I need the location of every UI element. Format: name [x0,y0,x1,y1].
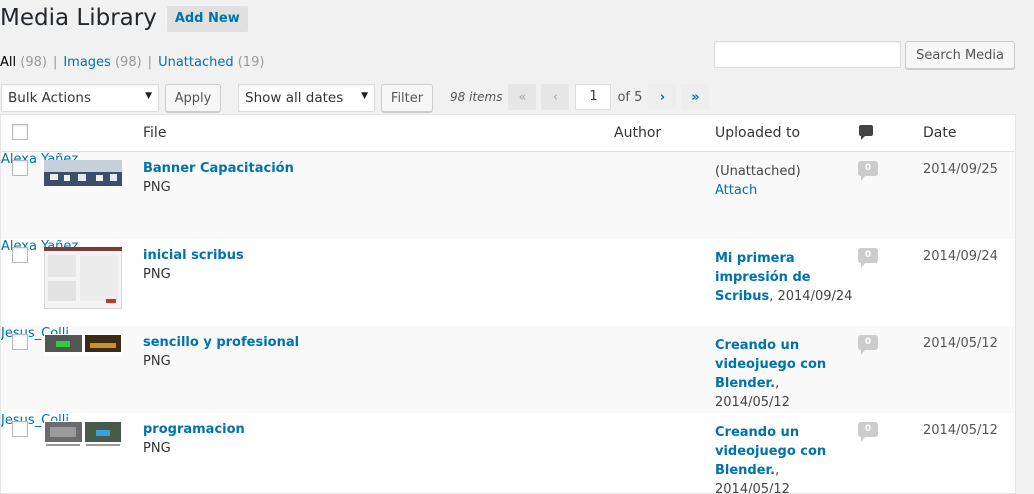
view-unattached-label: Unattached [158,55,234,70]
page-header: Media Library Add New [0,4,248,33]
date-filter-select[interactable]: Show all dates ▼ [238,84,375,112]
row-checkbox[interactable] [12,334,28,350]
uploaded-to: Mi primera impresión de Scribus, 2014/09/2… [715,249,855,306]
file-info: programacion PNG [143,422,245,456]
uploaded-to: (Unattached) Attach [715,162,855,200]
thumbnail-image [44,247,122,309]
parent-post-title-line: Scribus [715,289,770,304]
upload-date: 2014/09/25 [923,162,998,177]
parent-post-title-line: Blender. [715,463,776,478]
upload-date: 2014/05/12 [923,336,998,351]
media-thumbnail[interactable] [44,160,122,186]
media-thumbnail[interactable] [44,334,122,356]
thumbnail-image [44,334,122,356]
attach-link[interactable]: Attach [715,183,757,198]
upload-date: 2014/09/24 [923,249,998,264]
view-all-label: All [0,55,17,70]
table-row: sencillo y profesional PNG Jesus_Colli C… [1,326,1015,413]
file-extension: PNG [143,267,171,282]
page-title: Media Library [0,5,157,31]
view-unattached-link[interactable]: Unattached (19) [158,55,264,70]
media-table: File Author Uploaded to Date Banner Capa… [0,114,1016,494]
next-page-button[interactable]: › [648,84,677,110]
search-box: Search Media [714,41,1015,69]
parent-post-link[interactable]: Creando un videojuego con Blender. [715,338,826,391]
comment-count-badge[interactable]: 0 [858,422,878,442]
select-all-checkbox[interactable] [12,124,28,140]
comment-bubble-icon[interactable] [859,125,873,140]
parent-post-title-line: Blender. [715,376,776,391]
file-title-link[interactable]: programacion [143,422,245,437]
file-title-link[interactable]: sencillo y profesional [143,335,299,350]
column-author: Author [614,125,662,141]
current-page-input[interactable]: 1 [575,84,612,110]
file-info: Banner Capacitación PNG [143,161,294,195]
parent-post-title-line: videojuego con [715,357,827,372]
search-input[interactable] [714,41,902,68]
view-images-count: (98) [114,55,142,70]
thumbnail-image [44,160,122,186]
file-info: sencillo y profesional PNG [143,335,299,369]
view-separator: | [52,55,58,70]
pagination: 98 items « ‹ 1 of 5 › » [450,84,714,110]
column-file[interactable]: File [143,125,166,141]
view-images-link[interactable]: Images (98) [63,55,141,70]
comment-count-badge[interactable]: 0 [858,248,878,268]
comment-count-badge[interactable]: 0 [858,161,878,181]
comment-count-badge[interactable]: 0 [858,335,878,355]
prev-page-button: ‹ [541,84,570,110]
unattached-label: (Unattached) [715,164,801,179]
parent-post-date: , 2014/09/24 [769,289,853,304]
row-checkbox[interactable] [12,421,28,437]
column-uploaded-to[interactable]: Uploaded to [715,125,800,141]
parent-post-title-line: impresión de [715,270,811,285]
parent-post-link[interactable]: Creando un videojuego con Blender. [715,425,826,478]
media-thumbnail[interactable] [44,247,122,309]
view-all-count: (98) [20,55,47,70]
add-new-button[interactable]: Add New [166,5,248,32]
first-page-button: « [508,84,537,110]
uploaded-to: Creando un videojuego con Blender., 2014/0… [715,336,855,412]
row-checkbox[interactable] [12,247,28,263]
thumbnail-image [44,421,122,449]
file-title-link[interactable]: inicial scribus [143,248,244,263]
table-header: File Author Uploaded to Date [1,115,1015,152]
parent-post-title-line: Creando un [715,338,800,353]
parent-post-title-line: videojuego con [715,444,827,459]
view-separator: | [147,55,153,70]
row-checkbox[interactable] [12,160,28,176]
media-thumbnail[interactable] [44,421,122,449]
parent-post-title-line: Creando un [715,425,800,440]
total-pages: of 5 [617,89,643,105]
triangle-down-icon: ▼ [361,91,368,101]
filter-button[interactable]: Filter [381,84,433,112]
table-row: programacion PNG Jesus_Colli Creando un v… [1,413,1015,493]
file-extension: PNG [143,441,171,456]
last-page-button[interactable]: » [681,84,710,110]
file-extension: PNG [143,354,171,369]
upload-date: 2014/05/12 [923,423,998,438]
file-extension: PNG [143,180,171,195]
file-info: inicial scribus PNG [143,248,244,282]
table-row: Banner Capacitación PNG Alexa Yañez (Una… [1,152,1015,239]
view-images-label: Images [63,55,111,70]
uploaded-to: Creando un videojuego con Blender., 2014/0… [715,423,855,493]
bulk-actions-value: Bulk Actions [8,90,91,106]
view-all-link[interactable]: All (98) [0,55,47,70]
apply-button[interactable]: Apply [165,84,221,112]
parent-post-title-line: Mi primera [715,251,795,266]
items-count: 98 items [450,90,503,104]
table-row: inicial scribus PNG Alexa Yañez Mi prime… [1,239,1015,326]
table-nav-top: Bulk Actions ▼ Apply Show all dates ▼ Fi… [0,84,1034,114]
file-title-link[interactable]: Banner Capacitación [143,161,294,176]
view-filters: All (98) | Images (98) | Unattached (19) [0,54,264,72]
view-unattached-count: (19) [237,55,265,70]
bulk-actions-select[interactable]: Bulk Actions ▼ [1,84,159,112]
date-filter-value: Show all dates [245,90,344,106]
triangle-down-icon: ▼ [145,91,152,101]
search-media-button[interactable]: Search Media [905,41,1015,69]
column-date[interactable]: Date [923,125,956,141]
